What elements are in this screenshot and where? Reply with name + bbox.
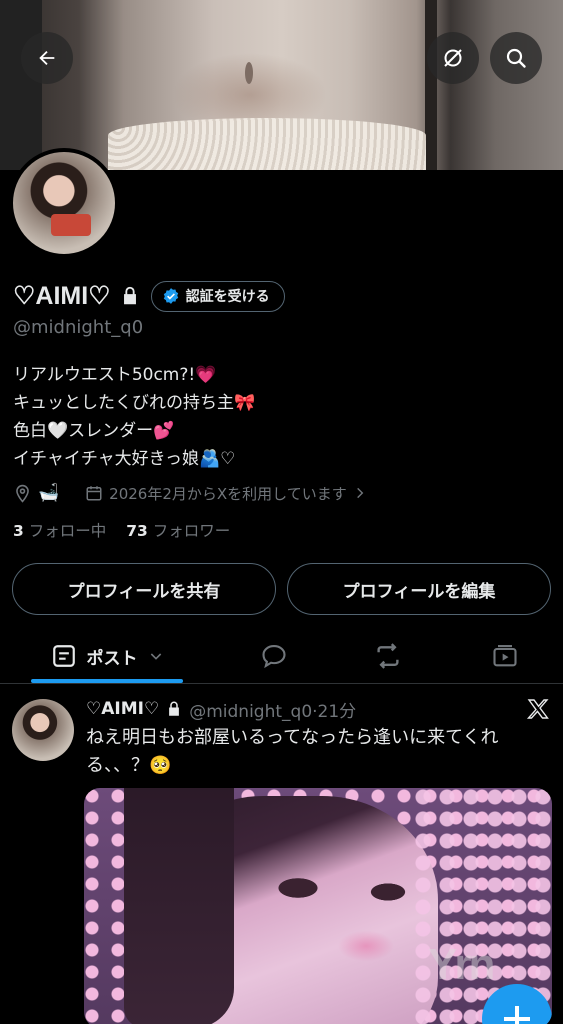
location-pin-icon [16,484,29,503]
repost-icon [377,643,399,669]
edit-profile-label: プロフィールを編集 [342,581,496,602]
banner-lace [108,118,426,170]
video-tab-icon [493,645,517,667]
tab-posts-label: ポスト [86,648,138,669]
post-tab-icon [52,645,75,667]
profile-meta: 🛁 2026年2月からXを利用しています [13,480,367,506]
profile-avatar[interactable] [9,148,119,258]
watermark: Yrn [428,940,495,989]
following-count: 3 [13,522,24,540]
post-handle-time: @midnight_q0·21分 [189,701,357,722]
profile-tabs: ポスト [0,630,563,684]
tab-posts[interactable]: ポスト [31,630,183,682]
post-author-name[interactable]: ♡AIMI♡ [86,699,159,719]
post-author-avatar[interactable] [12,699,74,761]
banner-mirror-frame [0,0,42,170]
bio-line: イチャイチャ大好きっ娘🫂♡ [13,449,236,469]
banner-detail [245,62,253,84]
bio-line: キュッとしたくびれの持ち主🎀 [13,393,256,413]
tab-reposts[interactable] [358,630,418,682]
following-label: フォロー中 [28,522,107,540]
display-name: ♡AIMI♡ [13,282,111,310]
lock-icon [123,286,136,305]
active-tab-indicator [31,679,183,683]
chevron-right-icon[interactable] [353,486,367,500]
reply-bubble-icon [262,645,286,669]
profile-handle: @midnight_q0 [13,317,144,338]
following-link[interactable]: 3 フォロー中 [13,519,106,541]
back-arrow-icon [39,50,55,66]
search-icon [506,48,526,68]
header-banner-image[interactable] [0,0,563,170]
calendar-icon [86,486,102,501]
x-logo-icon[interactable] [526,697,550,721]
get-verified-label: 認証を受ける [185,289,270,305]
location-text: 🛁 [38,483,60,503]
post-text: ねえ明日もお部屋いるってなったら逢いに来てくれる、、？🥺 [86,727,499,776]
muted-circle-icon [444,49,462,67]
bio-line: リアルウエスト50cm?!💗 [13,365,217,385]
followers-link[interactable]: 73 フォロワー [126,519,230,541]
compose-plus-icon [504,1006,530,1024]
profile-bio: リアルウエスト50cm?!💗 キュッとしたくびれの持ち主🎀 色白🤍スレンダー💕 … [13,361,255,473]
follow-stats: 3 フォロー中 73 フォロワー [13,519,230,541]
share-profile-button[interactable]: プロフィールを共有 [12,563,276,615]
get-verified-button[interactable]: 認証を受ける [150,280,285,312]
compose-button[interactable] [482,984,552,1024]
post-header: ♡AIMI♡ @midnight_q0·21分 [86,697,357,722]
mute-button[interactable] [427,32,479,84]
tab-replies[interactable] [244,630,304,682]
lock-icon [169,701,180,716]
followers-count: 73 [126,522,148,540]
back-button[interactable] [21,32,73,84]
avatar-detail [51,214,91,236]
followers-label: フォロワー [152,522,231,540]
joined-date[interactable]: 2026年2月からXを利用しています [109,483,347,504]
verified-badge-icon [163,288,178,304]
banner-mirror-frame [425,0,437,170]
search-button[interactable] [490,32,542,84]
media-hair [124,788,234,1024]
bio-line: 色白🤍スレンダー💕 [13,421,175,441]
tab-media[interactable] [475,630,535,682]
edit-profile-button[interactable]: プロフィールを編集 [287,563,551,615]
profile-name-row: ♡AIMI♡ 認証を受ける [13,278,285,314]
chevron-down-icon[interactable] [148,648,164,664]
share-profile-label: プロフィールを共有 [67,581,221,602]
